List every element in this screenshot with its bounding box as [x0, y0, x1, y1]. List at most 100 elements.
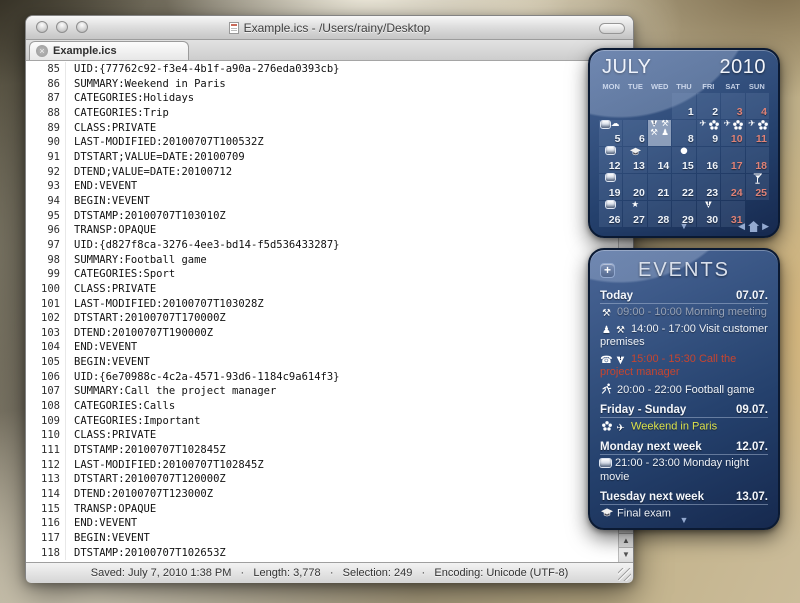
- title-wrap: Example.ics - /Users/rainy/Desktop: [229, 21, 431, 35]
- calendar-day-3[interactable]: 3: [721, 93, 744, 119]
- calendar-day-11[interactable]: ✈11: [746, 120, 769, 146]
- weekday-thu: THU: [672, 82, 696, 91]
- event-item[interactable]: ☎▼! 15:00 - 15:30 Call the project manag…: [600, 351, 768, 381]
- tab-close-icon[interactable]: ×: [36, 45, 48, 57]
- calendar-day-7[interactable]: ▼!⚒⚒♟7: [648, 120, 671, 146]
- line-number: 118: [26, 546, 66, 561]
- code-line: 87CATEGORIES:Holidays: [26, 91, 618, 106]
- day-number: 12: [609, 160, 621, 172]
- close-button[interactable]: [36, 21, 48, 33]
- calendar-day-18[interactable]: 18: [746, 147, 769, 173]
- code-text: TRANSP:OPAQUE: [66, 502, 156, 517]
- calendar-day-8[interactable]: 8: [672, 120, 695, 146]
- day-number: 9: [712, 133, 718, 145]
- editor-content[interactable]: 85UID:{77762c92-f3e4-4b1f-a90a-276eda039…: [26, 62, 618, 562]
- section-header: Today07.07.: [600, 290, 768, 304]
- code-text: CATEGORIES:Trip: [66, 106, 169, 121]
- scroll-up-button[interactable]: ▲: [619, 533, 633, 548]
- code-line: 86SUMMARY:Weekend in Paris: [26, 77, 618, 92]
- prev-month-button[interactable]: ◀: [738, 220, 745, 233]
- gradcap-icon: [600, 507, 613, 518]
- weekday-fri: FRI: [696, 82, 720, 91]
- day-icons: ✈: [746, 120, 769, 129]
- code-text: CATEGORIES:Important: [66, 414, 200, 429]
- calendar-day-17[interactable]: 17: [721, 147, 744, 173]
- calendar-day-6[interactable]: 6: [623, 120, 646, 146]
- calendar-day-13[interactable]: 13: [623, 147, 646, 173]
- tools-icon: ⚒: [614, 325, 627, 336]
- add-event-button[interactable]: +: [600, 263, 615, 278]
- code-text: SUMMARY:Football game: [66, 253, 207, 268]
- calendar-day-12[interactable]: 12: [599, 147, 622, 173]
- calendar-empty-cell: [648, 93, 671, 119]
- scroll-down-button[interactable]: ▼: [619, 547, 633, 562]
- next-month-button[interactable]: ▶: [762, 220, 769, 233]
- event-item[interactable]: 20:00 - 22:00 Football game: [600, 381, 768, 399]
- calendar-day-2[interactable]: 2: [697, 93, 720, 119]
- calendar-day-5[interactable]: ☁5: [599, 120, 622, 146]
- text-editor-window: Example.ics - /Users/rainy/Desktop × Exa…: [25, 15, 634, 582]
- code-line: 111DTSTAMP:20100707T102845Z: [26, 443, 618, 458]
- line-number: 113: [26, 472, 66, 487]
- home-icon[interactable]: [748, 221, 759, 232]
- desktop-background: Example.ics - /Users/rainy/Desktop × Exa…: [0, 0, 800, 603]
- day-icons: ☁: [599, 120, 622, 129]
- calendar-day-9[interactable]: ✈9: [697, 120, 720, 146]
- event-item[interactable]: ⚒ 09:00 - 10:00 Morning meeting: [600, 304, 768, 321]
- calendar-day-10[interactable]: ✈10: [721, 120, 744, 146]
- calendar-day-20[interactable]: 20: [623, 174, 646, 200]
- calendar-collapse-button[interactable]: ▼: [680, 220, 689, 233]
- day-icons: ✈: [697, 120, 720, 129]
- movie-icon: [606, 174, 615, 181]
- tab-bar: × Example.ics: [26, 40, 633, 61]
- status-bar: Saved: July 7, 2010 1:38 PM · Length: 3,…: [26, 562, 633, 583]
- section-date: 09.07.: [736, 404, 768, 416]
- day-number: 23: [706, 187, 718, 199]
- event-item[interactable]: ♟⚒ 14:00 - 17:00 Visit customer premises: [600, 321, 768, 351]
- code-text: CATEGORIES:Holidays: [66, 91, 194, 106]
- section-label: Friday - Sunday: [600, 404, 686, 416]
- line-number: 96: [26, 223, 66, 238]
- calendar-day-23[interactable]: 23: [697, 174, 720, 200]
- calendar-day-24[interactable]: 24: [721, 174, 744, 200]
- event-text: 09:00 - 10:00 Morning meeting: [614, 306, 767, 318]
- calendar-day-4[interactable]: 4: [746, 93, 769, 119]
- calendar-day-22[interactable]: 22: [672, 174, 695, 200]
- minimize-button[interactable]: [56, 21, 68, 33]
- tab-example-ics[interactable]: × Example.ics: [29, 41, 189, 60]
- section-date: 12.07.: [736, 441, 768, 453]
- line-number: 92: [26, 165, 66, 180]
- line-number: 101: [26, 297, 66, 312]
- code-line: 85UID:{77762c92-f3e4-4b1f-a90a-276eda039…: [26, 62, 618, 77]
- calendar-day-16[interactable]: 16: [697, 147, 720, 173]
- calendar-nav: ▼ ◀ ▶: [590, 220, 778, 233]
- line-number: 91: [26, 150, 66, 165]
- code-line: 95DTSTAMP:20100707T103010Z: [26, 209, 618, 224]
- calendar-day-1[interactable]: 1: [672, 93, 695, 119]
- code-text: DTEND:20100707T190000Z: [66, 326, 213, 341]
- event-section: Friday - Sunday 09.07. ✈ Weekend in Paris: [600, 404, 768, 435]
- calendar-day-15[interactable]: ●15: [672, 147, 695, 173]
- calendar-day-21[interactable]: 21: [648, 174, 671, 200]
- toolbar-toggle-button[interactable]: [599, 23, 625, 34]
- line-number: 117: [26, 531, 66, 546]
- section-label: Today: [600, 290, 633, 302]
- weekday-mon: MON: [599, 82, 623, 91]
- code-line: 93END:VEVENT: [26, 179, 618, 194]
- events-collapse-button[interactable]: ▼: [680, 515, 689, 525]
- line-number: 87: [26, 91, 66, 106]
- tab-label: Example.ics: [53, 45, 117, 57]
- resize-grip[interactable]: [618, 568, 631, 581]
- code-text: CLASS:PRIVATE: [66, 121, 156, 136]
- zoom-button[interactable]: [76, 21, 88, 33]
- event-item[interactable]: 21:00 - 23:00 Monday night movie: [600, 455, 768, 485]
- line-number: 111: [26, 443, 66, 458]
- event-item[interactable]: ✈ Weekend in Paris: [600, 418, 768, 435]
- calendar-day-25[interactable]: 25: [746, 174, 769, 200]
- calendar-day-14[interactable]: 14: [648, 147, 671, 173]
- plane-icon: ✈: [722, 120, 733, 129]
- day-number: 8: [688, 133, 694, 145]
- window-title: Example.ics - /Users/rainy/Desktop: [244, 21, 431, 35]
- day-number: 18: [755, 160, 767, 172]
- calendar-day-19[interactable]: 19: [599, 174, 622, 200]
